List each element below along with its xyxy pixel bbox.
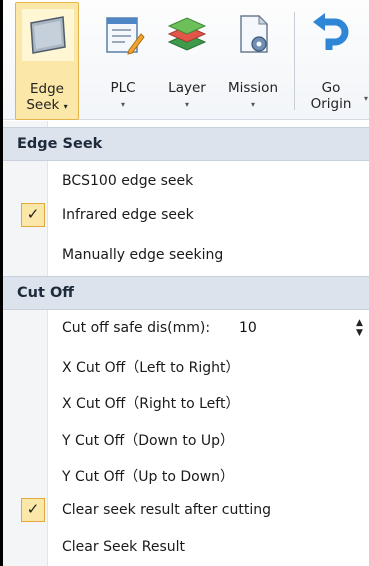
safe-dis-label: Cut off safe dis(mm): [62,320,211,336]
menu-item-cut-off-safe-dis: Cut off safe dis(mm): 10 ▲ ▼ [3,312,369,346]
menu-item-y-cut-down-to-up[interactable]: Y Cut Off（Down to Up） [3,422,369,456]
mission-icon [240,14,269,53]
layer-label: Layer [168,80,206,96]
plc-dropdown-caret: ▾ [120,100,125,109]
checkmark-icon: ✓ [21,203,45,227]
safe-dis-value: 10 [239,320,257,336]
go-origin-icon [313,13,349,50]
section-header-cut-off: Cut Off [3,276,369,310]
spin-down-icon[interactable]: ▼ [356,329,363,338]
edge-seek-button[interactable]: Edge Seek ▾ [15,2,79,120]
go-origin-dropdown-caret[interactable]: ▾ [364,94,368,103]
edge-seek-icon [30,16,66,54]
menu-item-manually-edge-seeking[interactable]: Manually edge seeking [3,239,369,273]
toolbar-separator [294,12,295,110]
mission-label: Mission [227,80,279,96]
menu-item-clear-seek-after-cutting[interactable]: ✓ Clear seek result after cutting [3,494,369,528]
plc-icon [106,17,145,55]
layer-icon [167,17,207,51]
ribbon-toolbar: Edge Seek ▾ PLC ▾ Layer ▾ Mission ▾ Go O… [3,0,369,120]
menu-item-x-cut-left-to-right[interactable]: X Cut Off（Left to Right） [3,349,369,383]
edge-seek-dropdown-menu: Edge Seek BCS100 edge seek ✓ Infrared ed… [3,121,369,566]
mission-button[interactable]: Mission ▾ [217,2,289,120]
go-origin-label: Go Origin [310,80,352,112]
checkmark-icon: ✓ [21,498,45,522]
menu-item-clear-seek-result[interactable]: Clear Seek Result [3,531,369,565]
menu-item-y-cut-up-to-down[interactable]: Y Cut Off（Up to Down） [3,458,369,492]
section-header-edge-seek: Edge Seek [3,127,369,161]
plc-button[interactable]: PLC ▾ [91,2,155,120]
menu-item-bcs100-edge-seek[interactable]: BCS100 edge seek [3,165,369,199]
menu-item-infrared-edge-seek[interactable]: ✓ Infrared edge seek [3,199,369,233]
edge-seek-label: Edge Seek ▾ [26,81,68,113]
spin-up-icon[interactable]: ▲ [356,319,363,328]
safe-dis-spinbox[interactable]: 10 ▲ ▼ [234,314,369,343]
plc-label: PLC [110,80,136,96]
layer-dropdown-caret: ▾ [184,100,189,109]
layer-button[interactable]: Layer ▾ [155,2,219,120]
menu-item-x-cut-right-to-left[interactable]: X Cut Off（Right to Left） [3,385,369,419]
mission-dropdown-caret: ▾ [250,100,255,109]
go-origin-button[interactable]: Go Origin [299,2,363,120]
